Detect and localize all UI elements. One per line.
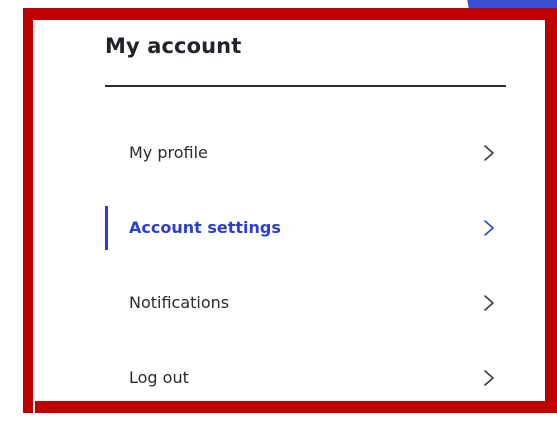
- menu-item-notifications[interactable]: Notifications: [105, 278, 506, 328]
- chevron-right-icon: [482, 143, 496, 163]
- chevron-right-icon: [482, 218, 496, 238]
- chevron-right-icon: [482, 293, 496, 313]
- menu-item-label: Notifications: [129, 293, 230, 312]
- chevron-right-icon: [482, 368, 496, 388]
- menu-item-label: My profile: [129, 143, 208, 162]
- active-indicator: [105, 206, 108, 250]
- panel-left-edge: [33, 20, 35, 413]
- menu-item-log-out[interactable]: Log out: [105, 353, 506, 403]
- title-divider: [105, 85, 506, 87]
- menu-item-account-settings[interactable]: Account settings: [105, 203, 506, 253]
- menu-item-my-profile[interactable]: My profile: [105, 128, 506, 178]
- page-title: My account: [105, 34, 242, 58]
- menu-item-label: Account settings: [129, 218, 281, 237]
- menu-item-label: Log out: [129, 368, 189, 387]
